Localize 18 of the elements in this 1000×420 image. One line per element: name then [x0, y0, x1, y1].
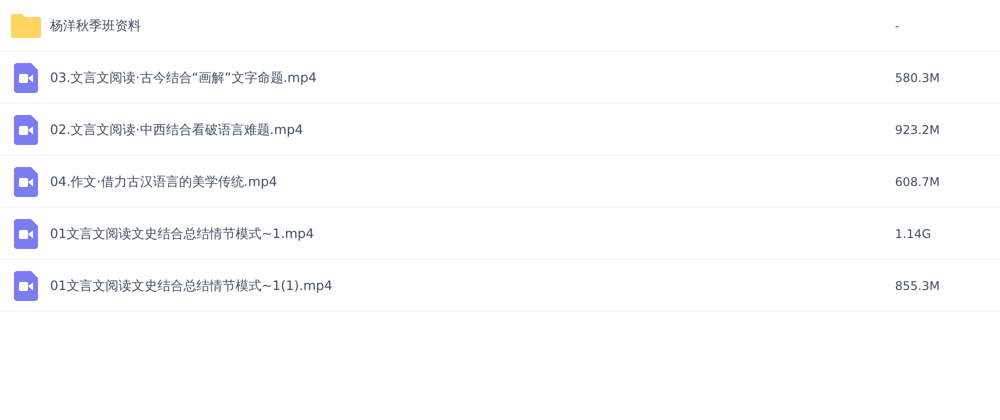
- video-file-icon: [14, 114, 38, 144]
- file-size: 855.3M: [895, 278, 941, 292]
- file-name[interactable]: 02.文言文阅读·中西结合看破语言难题.mp4: [50, 120, 895, 138]
- video-file-icon: [14, 218, 38, 248]
- file-name[interactable]: 01文言文阅读文史结合总结情节模式~1.mp4: [50, 224, 895, 242]
- video-file-icon: [14, 270, 38, 300]
- file-name[interactable]: 04.作文·借力古汉语言的美学传统.mp4: [50, 172, 895, 190]
- file-size: -: [895, 18, 900, 32]
- folder-icon: [11, 14, 41, 38]
- file-size: 608.7M: [895, 174, 941, 188]
- file-size: 580.3M: [895, 70, 941, 84]
- video-file-icon: [14, 166, 38, 196]
- file-size: 923.2M: [895, 122, 941, 136]
- file-name[interactable]: 杨洋秋季班资料: [50, 16, 895, 34]
- file-size: 1.14G: [895, 226, 932, 240]
- file-name[interactable]: 01文言文阅读文史结合总结情节模式~1(1).mp4: [50, 276, 895, 294]
- video-file-icon: [14, 62, 38, 92]
- file-name[interactable]: 03.文言文阅读·古今结合“画解”文字命题.mp4: [50, 68, 895, 86]
